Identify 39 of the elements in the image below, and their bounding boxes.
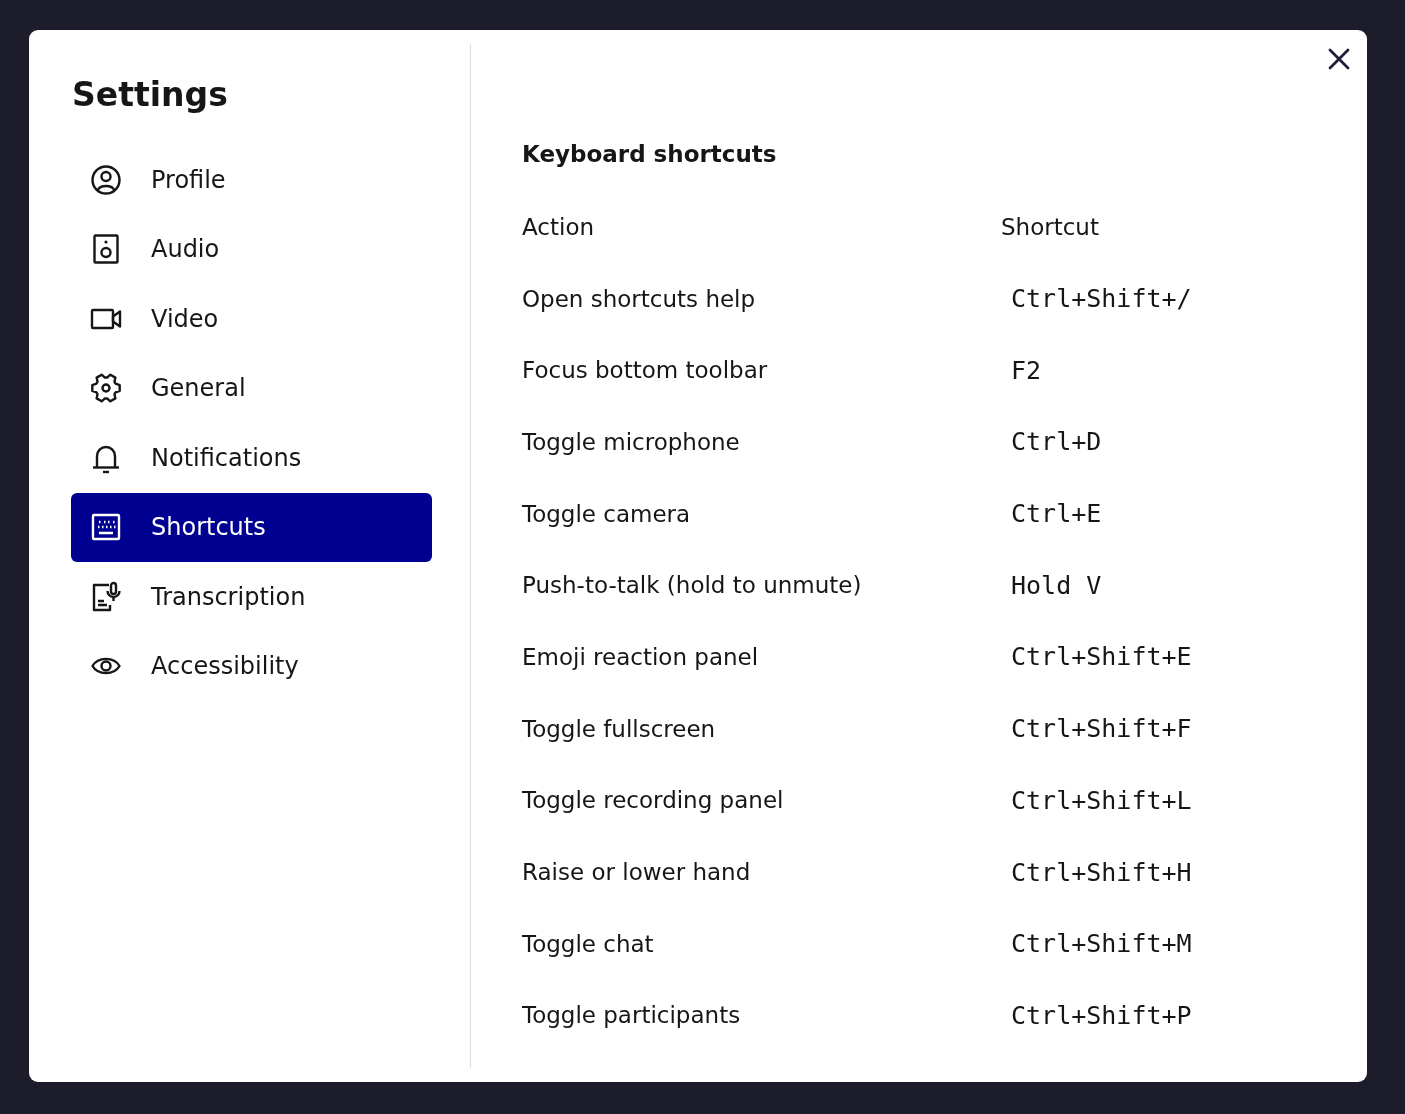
sidebar-item[interactable]: Transcription (71, 562, 432, 632)
action-label: Raise or lower hand (522, 859, 751, 886)
shortcut-keys: Ctrl+Shift+L (1011, 785, 1192, 815)
action-label: Toggle microphone (522, 428, 740, 455)
column-header: Action (522, 213, 595, 240)
speaker-icon (90, 233, 122, 266)
action-label: Toggle fullscreen (522, 715, 716, 742)
column-header: Shortcut (1001, 213, 1099, 240)
shortcut-keys: Ctrl+Shift+M (1011, 929, 1192, 959)
close-icon[interactable] (1328, 48, 1350, 70)
action-label: Toggle recording panel (522, 787, 784, 814)
sidebar-item[interactable]: Shortcuts (71, 492, 432, 562)
shortcut-keys: Ctrl+Shift+P (1011, 1000, 1192, 1030)
sidebar-item[interactable]: Accessibility (71, 631, 432, 701)
action-label: Emoji reaction panel (522, 643, 759, 670)
shortcut-keys: Ctrl+Shift+H (1011, 857, 1192, 887)
sidebar-item[interactable]: Video (71, 284, 432, 354)
action-label: Toggle camera (522, 500, 691, 527)
action-label: Open shortcuts help (522, 285, 756, 312)
action-label: Focus bottom toolbar (522, 357, 768, 384)
action-label: Toggle chat (522, 930, 654, 957)
document-microphone-icon (90, 580, 122, 613)
sidebar-item[interactable]: Notifications (71, 423, 432, 493)
sidebar-item[interactable]: General (71, 353, 432, 423)
dialog-title: Settings (72, 74, 229, 116)
sidebar-item[interactable]: Profile (71, 145, 432, 215)
shortcut-keys: Ctrl+Shift+/ (1011, 284, 1192, 314)
action-label: Push-to-talk (hold to unmute) (522, 572, 862, 599)
shortcut-keys: Ctrl+Shift+F (1011, 714, 1192, 744)
shortcut-keys: Ctrl+D (1011, 427, 1102, 457)
sidebar-item[interactable]: Audio (71, 214, 432, 284)
action-label: Toggle participants (522, 1002, 741, 1029)
section-title: Keyboard shortcuts (522, 140, 778, 169)
shortcut-keys: Hold V (1011, 570, 1102, 600)
shortcut-keys: Ctrl+Shift+E (1011, 642, 1192, 672)
shortcut-keys: Ctrl+E (1011, 499, 1102, 529)
gear-icon (90, 372, 122, 405)
shortcut-keys: F2 (1011, 355, 1042, 385)
user-icon (90, 163, 122, 196)
